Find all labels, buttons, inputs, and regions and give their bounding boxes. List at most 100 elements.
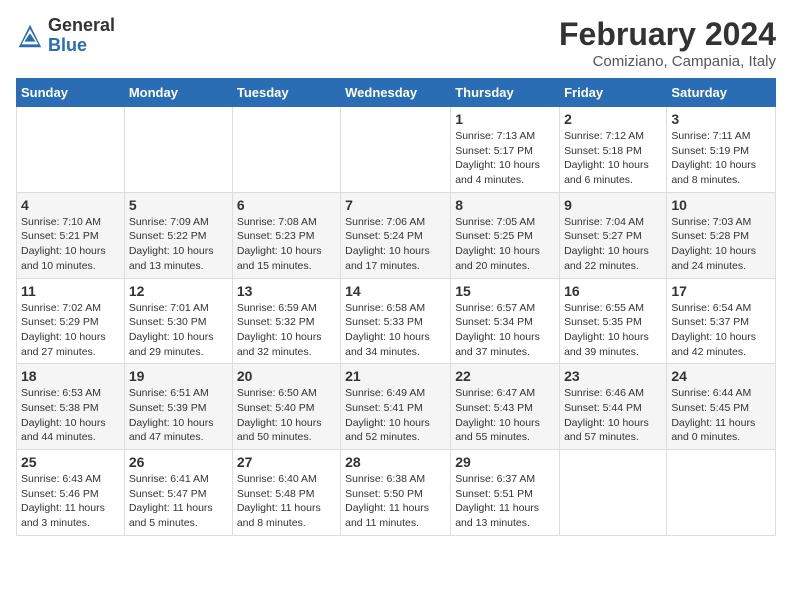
day-number: 18: [21, 368, 120, 384]
day-info: Sunrise: 6:37 AMSunset: 5:51 PMDaylight:…: [455, 472, 555, 531]
day-number: 27: [237, 454, 336, 470]
day-info: Sunrise: 6:54 AMSunset: 5:37 PMDaylight:…: [671, 301, 771, 360]
day-info: Sunrise: 6:44 AMSunset: 5:45 PMDaylight:…: [671, 386, 771, 445]
day-info: Sunrise: 6:57 AMSunset: 5:34 PMDaylight:…: [455, 301, 555, 360]
page-title: February 2024: [559, 16, 776, 53]
calendar-day-cell: [17, 107, 125, 193]
calendar-day-cell: 23Sunrise: 6:46 AMSunset: 5:44 PMDayligh…: [560, 364, 667, 450]
day-number: 2: [564, 111, 662, 127]
day-info: Sunrise: 6:41 AMSunset: 5:47 PMDaylight:…: [129, 472, 228, 531]
day-info: Sunrise: 6:49 AMSunset: 5:41 PMDaylight:…: [345, 386, 446, 445]
weekday-header: Tuesday: [232, 79, 340, 107]
page-subtitle: Comiziano, Campania, Italy: [559, 53, 776, 70]
day-info: Sunrise: 7:05 AMSunset: 5:25 PMDaylight:…: [455, 215, 555, 274]
day-info: Sunrise: 7:12 AMSunset: 5:18 PMDaylight:…: [564, 129, 662, 188]
calendar-day-cell: 7 Sunrise: 7:06 AMSunset: 5:24 PMDaylight…: [341, 192, 451, 278]
calendar-day-cell: 20Sunrise: 6:50 AMSunset: 5:40 PMDayligh…: [232, 364, 340, 450]
calendar-day-cell: 16 Sunrise: 6:55 AMSunset: 5:35 PMDayligh…: [560, 278, 667, 364]
day-info: Sunrise: 7:09 AMSunset: 5:22 PMDaylight:…: [129, 215, 228, 274]
day-number: 19: [129, 368, 228, 384]
day-number: 14: [345, 283, 446, 299]
day-number: 10: [671, 197, 771, 213]
calendar-day-cell: 8 Sunrise: 7:05 AMSunset: 5:25 PMDaylight…: [451, 192, 560, 278]
calendar-day-cell: 1Sunrise: 7:13 AMSunset: 5:17 PMDaylight…: [451, 107, 560, 193]
calendar-day-cell: 24 Sunrise: 6:44 AMSunset: 5:45 PMDayligh…: [667, 364, 776, 450]
calendar-day-cell: 26 Sunrise: 6:41 AMSunset: 5:47 PMDayligh…: [124, 450, 232, 536]
calendar-week-row: 1Sunrise: 7:13 AMSunset: 5:17 PMDaylight…: [17, 107, 776, 193]
calendar-week-row: 25Sunrise: 6:43 AMSunset: 5:46 PMDayligh…: [17, 450, 776, 536]
calendar-header-row: SundayMondayTuesdayWednesdayThursdayFrid…: [17, 79, 776, 107]
calendar-day-cell: [341, 107, 451, 193]
day-number: 5: [129, 197, 228, 213]
calendar-day-cell: 11 Sunrise: 7:02 AMSunset: 5:29 PMDayligh…: [17, 278, 125, 364]
day-info: Sunrise: 7:01 AMSunset: 5:30 PMDaylight:…: [129, 301, 228, 360]
calendar-day-cell: 27Sunrise: 6:40 AMSunset: 5:48 PMDayligh…: [232, 450, 340, 536]
calendar-day-cell: 3 Sunrise: 7:11 AMSunset: 5:19 PMDaylight…: [667, 107, 776, 193]
calendar-table: SundayMondayTuesdayWednesdayThursdayFrid…: [16, 78, 776, 536]
day-number: 20: [237, 368, 336, 384]
weekday-header: Friday: [560, 79, 667, 107]
weekday-header: Thursday: [451, 79, 560, 107]
page-header: General Blue February 2024 Comiziano, Ca…: [16, 16, 776, 70]
day-number: 1: [455, 111, 555, 127]
calendar-day-cell: 5 Sunrise: 7:09 AMSunset: 5:22 PMDaylight…: [124, 192, 232, 278]
logo-blue-text: Blue: [48, 36, 115, 56]
calendar-day-cell: 14 Sunrise: 6:58 AMSunset: 5:33 PMDayligh…: [341, 278, 451, 364]
calendar-week-row: 11 Sunrise: 7:02 AMSunset: 5:29 PMDayligh…: [17, 278, 776, 364]
title-area: February 2024 Comiziano, Campania, Italy: [559, 16, 776, 70]
day-info: Sunrise: 6:38 AMSunset: 5:50 PMDaylight:…: [345, 472, 446, 531]
day-info: Sunrise: 6:59 AMSunset: 5:32 PMDaylight:…: [237, 301, 336, 360]
calendar-day-cell: 10 Sunrise: 7:03 AMSunset: 5:28 PMDayligh…: [667, 192, 776, 278]
day-info: Sunrise: 6:55 AMSunset: 5:35 PMDaylight:…: [564, 301, 662, 360]
day-info: Sunrise: 6:51 AMSunset: 5:39 PMDaylight:…: [129, 386, 228, 445]
calendar-week-row: 18 Sunrise: 6:53 AMSunset: 5:38 PMDayligh…: [17, 364, 776, 450]
calendar-day-cell: 6 Sunrise: 7:08 AMSunset: 5:23 PMDaylight…: [232, 192, 340, 278]
day-info: Sunrise: 7:11 AMSunset: 5:19 PMDaylight:…: [671, 129, 771, 188]
day-info: Sunrise: 6:47 AMSunset: 5:43 PMDaylight:…: [455, 386, 555, 445]
logo-general-text: General: [48, 16, 115, 36]
day-info: Sunrise: 7:02 AMSunset: 5:29 PMDaylight:…: [21, 301, 120, 360]
day-number: 11: [21, 283, 120, 299]
calendar-day-cell: 17 Sunrise: 6:54 AMSunset: 5:37 PMDayligh…: [667, 278, 776, 364]
day-number: 24: [671, 368, 771, 384]
weekday-header: Sunday: [17, 79, 125, 107]
day-info: Sunrise: 6:58 AMSunset: 5:33 PMDaylight:…: [345, 301, 446, 360]
logo-text: General Blue: [48, 16, 115, 56]
day-number: 4: [21, 197, 120, 213]
weekday-header: Saturday: [667, 79, 776, 107]
calendar-day-cell: 28 Sunrise: 6:38 AMSunset: 5:50 PMDayligh…: [341, 450, 451, 536]
day-number: 8: [455, 197, 555, 213]
day-info: Sunrise: 7:03 AMSunset: 5:28 PMDaylight:…: [671, 215, 771, 274]
day-number: 9: [564, 197, 662, 213]
day-number: 7: [345, 197, 446, 213]
logo-icon: [16, 22, 44, 50]
calendar-day-cell: 22Sunrise: 6:47 AMSunset: 5:43 PMDayligh…: [451, 364, 560, 450]
calendar-day-cell: 25Sunrise: 6:43 AMSunset: 5:46 PMDayligh…: [17, 450, 125, 536]
calendar-day-cell: [560, 450, 667, 536]
calendar-day-cell: 2 Sunrise: 7:12 AMSunset: 5:18 PMDaylight…: [560, 107, 667, 193]
day-number: 28: [345, 454, 446, 470]
calendar-day-cell: 21Sunrise: 6:49 AMSunset: 5:41 PMDayligh…: [341, 364, 451, 450]
day-number: 15: [455, 283, 555, 299]
day-info: Sunrise: 7:08 AMSunset: 5:23 PMDaylight:…: [237, 215, 336, 274]
day-number: 26: [129, 454, 228, 470]
calendar-day-cell: [667, 450, 776, 536]
calendar-day-cell: 4Sunrise: 7:10 AMSunset: 5:21 PMDaylight…: [17, 192, 125, 278]
day-info: Sunrise: 6:53 AMSunset: 5:38 PMDaylight:…: [21, 386, 120, 445]
day-info: Sunrise: 7:06 AMSunset: 5:24 PMDaylight:…: [345, 215, 446, 274]
day-info: Sunrise: 6:43 AMSunset: 5:46 PMDaylight:…: [21, 472, 120, 531]
calendar-day-cell: 13Sunrise: 6:59 AMSunset: 5:32 PMDayligh…: [232, 278, 340, 364]
weekday-header: Monday: [124, 79, 232, 107]
day-info: Sunrise: 7:04 AMSunset: 5:27 PMDaylight:…: [564, 215, 662, 274]
calendar-day-cell: 18 Sunrise: 6:53 AMSunset: 5:38 PMDayligh…: [17, 364, 125, 450]
day-number: 17: [671, 283, 771, 299]
day-number: 29: [455, 454, 555, 470]
day-number: 3: [671, 111, 771, 127]
day-number: 16: [564, 283, 662, 299]
calendar-day-cell: 29 Sunrise: 6:37 AMSunset: 5:51 PMDayligh…: [451, 450, 560, 536]
day-number: 6: [237, 197, 336, 213]
calendar-day-cell: 9 Sunrise: 7:04 AMSunset: 5:27 PMDaylight…: [560, 192, 667, 278]
calendar-week-row: 4Sunrise: 7:10 AMSunset: 5:21 PMDaylight…: [17, 192, 776, 278]
calendar-day-cell: [124, 107, 232, 193]
day-info: Sunrise: 6:46 AMSunset: 5:44 PMDaylight:…: [564, 386, 662, 445]
